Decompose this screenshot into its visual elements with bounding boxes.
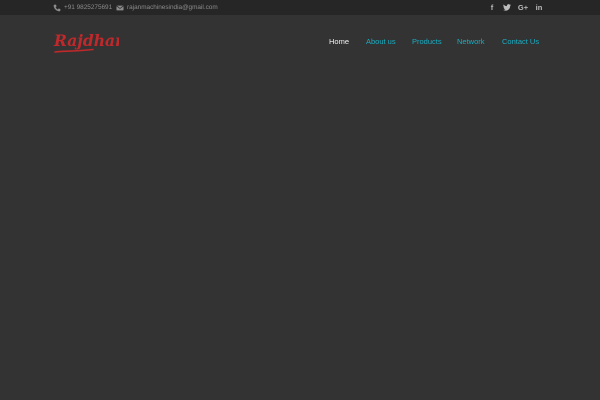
logo-text: Rajdhani (53, 31, 119, 50)
main-content-area (0, 67, 600, 400)
nav-home[interactable]: Home (329, 33, 349, 49)
twitter-icon[interactable] (502, 0, 512, 15)
nav-products[interactable]: Products (412, 33, 442, 49)
envelope-icon (116, 4, 124, 12)
linkedin-icon[interactable]: in (534, 0, 544, 15)
rajdhani-logo[interactable]: Rajdhani (53, 27, 132, 55)
google-plus-icon[interactable]: G+ (517, 0, 529, 15)
top-bar: +91 9825275691 rajanmachinesindia@gmail.… (0, 0, 600, 15)
contact-phone[interactable]: +91 9825275691 (53, 0, 112, 15)
phone-number: +91 9825275691 (64, 4, 113, 11)
nav-about-us[interactable]: About us (366, 33, 396, 49)
phone-icon (53, 4, 61, 12)
logo-wordmark: Rajdhani (53, 31, 132, 53)
nav-network[interactable]: Network (457, 33, 485, 49)
facebook-icon[interactable]: f (488, 0, 496, 15)
email-address: rajanmachinesindia@gmail.com (127, 4, 218, 11)
contact-email[interactable]: rajanmachinesindia@gmail.com (116, 0, 218, 15)
nav-contact-us[interactable]: Contact Us (502, 33, 539, 49)
